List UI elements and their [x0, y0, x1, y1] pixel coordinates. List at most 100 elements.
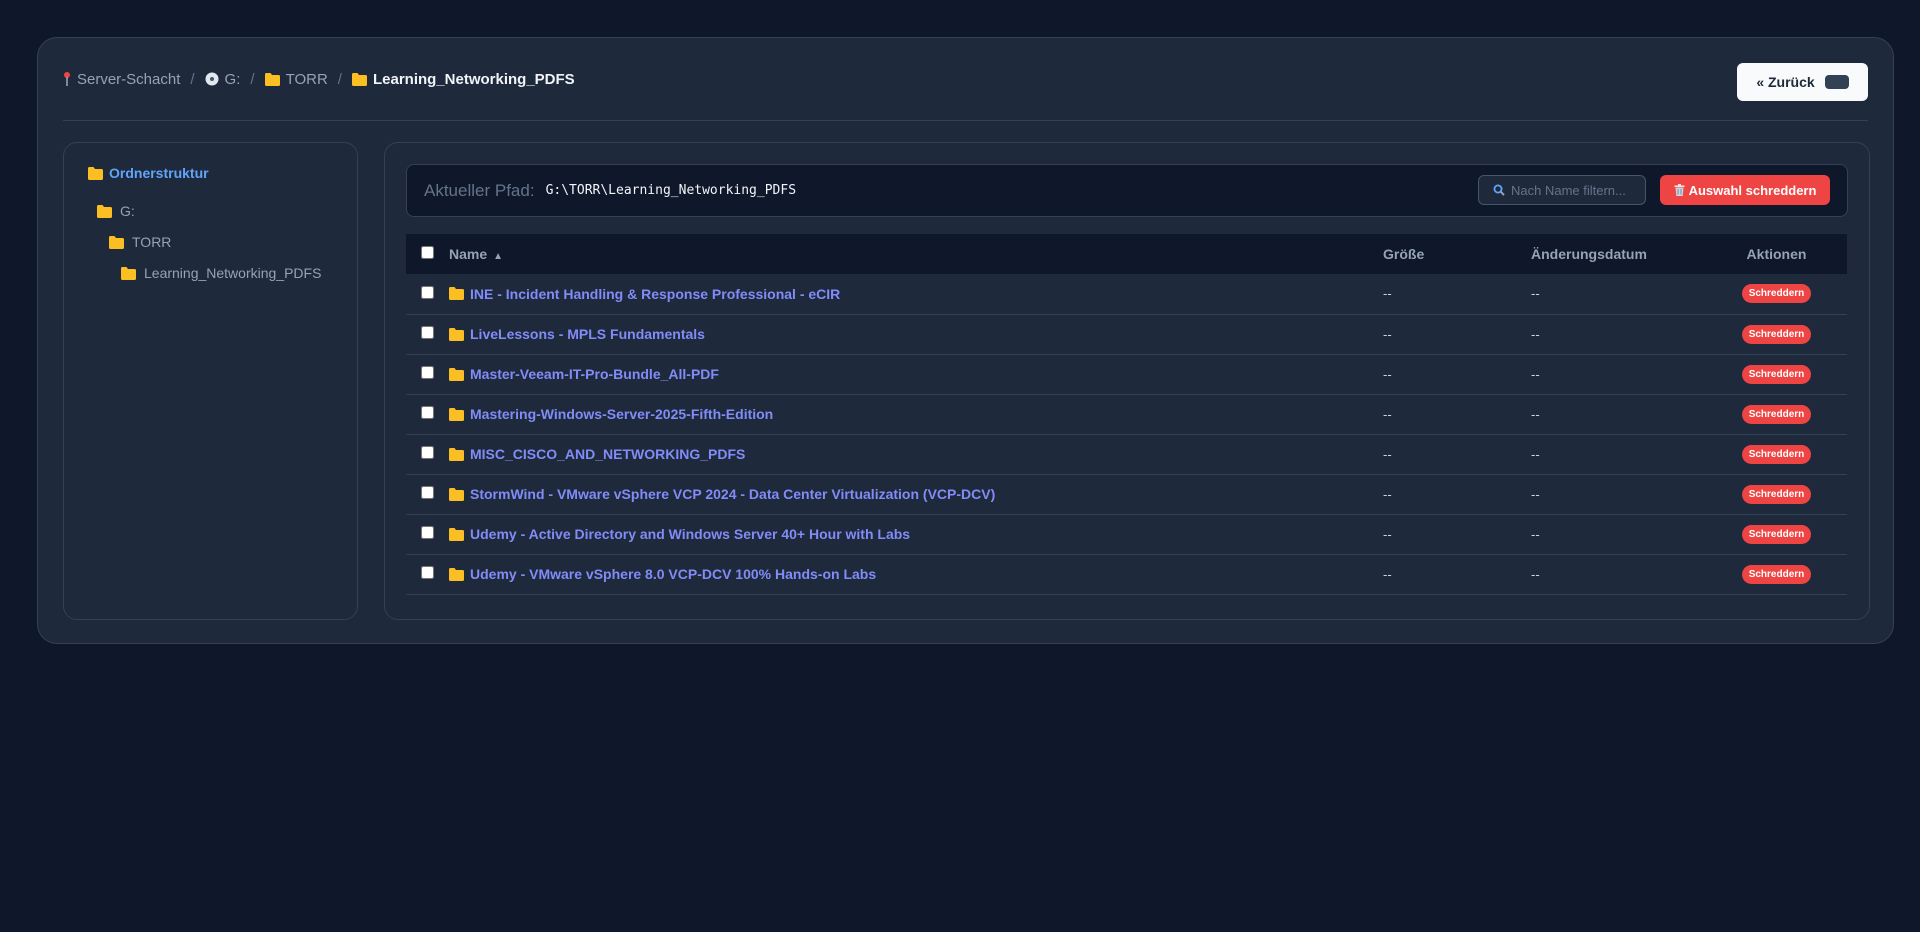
row-name-cell[interactable]: Udemy - Active Directory and Windows Ser… — [449, 514, 1383, 554]
tree-item-learning-networking[interactable]: Learning_Networking_PDFS — [121, 265, 321, 281]
shred-button[interactable]: Schreddern — [1741, 324, 1812, 344]
shred-selection-button[interactable]: Auswahl schreddern — [1660, 175, 1830, 205]
row-actions-cell: Schreddern — [1706, 274, 1847, 314]
row-name-link[interactable]: MISC_CISCO_AND_NETWORKING_PDFS — [470, 446, 745, 462]
breadcrumb-item-torr[interactable]: TORR — [264, 70, 328, 88]
row-name-cell[interactable]: Mastering-Windows-Server-2025-Fifth-Edit… — [449, 394, 1383, 434]
breadcrumb-separator: / — [190, 70, 195, 88]
row-name-cell[interactable]: Master-Veeam-IT-Pro-Bundle_All-PDF — [449, 354, 1383, 394]
shred-button[interactable]: Schreddern — [1741, 524, 1812, 544]
breadcrumb-item-server[interactable]: Server-Schacht — [63, 71, 180, 88]
row-name-cell[interactable]: LiveLessons - MPLS Fundamentals — [449, 314, 1383, 354]
sort-asc-icon: ▲ — [493, 251, 504, 262]
select-all-cell — [406, 234, 449, 274]
row-name-link[interactable]: LiveLessons - MPLS Fundamentals — [470, 326, 705, 342]
row-size: -- — [1383, 366, 1392, 382]
row-name-cell[interactable]: Udemy - VMware vSphere 8.0 VCP-DCV 100% … — [449, 554, 1383, 594]
row-actions-cell: Schreddern — [1706, 554, 1847, 594]
main-panel: Server-Schacht / G: / TORR / Learning_Ne… — [37, 37, 1894, 644]
row-checkbox[interactable] — [421, 446, 434, 459]
row-size: -- — [1383, 566, 1392, 582]
breadcrumb-item-current: Learning_Networking_PDFS — [351, 70, 575, 88]
breadcrumb-separator: / — [250, 70, 255, 88]
path-label: Aktueller Pfad: — [424, 180, 535, 200]
search-icon — [1493, 184, 1505, 196]
row-checkbox[interactable] — [421, 366, 434, 379]
table-row: Udemy - VMware vSphere 8.0 VCP-DCV 100% … — [406, 554, 1847, 594]
table-row: Udemy - Active Directory and Windows Ser… — [406, 514, 1847, 554]
row-name-link[interactable]: StormWind - VMware vSphere VCP 2024 - Da… — [470, 486, 995, 502]
shred-button[interactable]: Schreddern — [1741, 484, 1812, 504]
breadcrumb-label: G: — [224, 70, 241, 88]
breadcrumb-label: TORR — [285, 70, 328, 88]
tree-item-torr[interactable]: TORR — [109, 234, 171, 250]
row-name-cell[interactable]: MISC_CISCO_AND_NETWORKING_PDFS — [449, 434, 1383, 474]
back-button-label: « Zurück — [1756, 74, 1815, 90]
table-row: INE - Incident Handling & Response Profe… — [406, 274, 1847, 314]
shred-button[interactable]: Schreddern — [1741, 284, 1812, 304]
row-actions-cell: Schreddern — [1706, 474, 1847, 514]
row-size: -- — [1383, 286, 1392, 302]
row-checkbox-cell — [406, 274, 449, 314]
filter-input[interactable] — [1509, 181, 1643, 199]
row-checkbox[interactable] — [421, 326, 434, 339]
path-bar: Aktueller Pfad: G:\TORR\Learning_Network… — [406, 164, 1848, 217]
column-header-size[interactable]: Größe — [1383, 234, 1531, 274]
breadcrumb-separator: / — [337, 70, 342, 88]
folder-icon — [449, 447, 464, 461]
back-button[interactable]: « Zurück — [1737, 63, 1868, 101]
tree-item-label: TORR — [132, 234, 172, 250]
folder-icon — [449, 487, 464, 501]
breadcrumb-label: Learning_Networking_PDFS — [372, 70, 575, 88]
folder-icon — [449, 567, 464, 581]
keyboard-shortcut-icon — [1824, 75, 1849, 89]
shred-button[interactable]: Schreddern — [1741, 404, 1812, 424]
row-name-link[interactable]: Udemy - VMware vSphere 8.0 VCP-DCV 100% … — [470, 566, 876, 582]
row-name-link[interactable]: Mastering-Windows-Server-2025-Fifth-Edit… — [470, 406, 773, 422]
row-checkbox[interactable] — [421, 406, 434, 419]
row-name-cell[interactable]: StormWind - VMware vSphere VCP 2024 - Da… — [449, 474, 1383, 514]
column-header-date[interactable]: Änderungsdatum — [1531, 234, 1706, 274]
row-size: -- — [1383, 326, 1392, 342]
shred-button[interactable]: Schreddern — [1741, 444, 1812, 464]
row-date: -- — [1531, 366, 1540, 382]
row-checkbox[interactable] — [421, 566, 434, 579]
folder-icon — [449, 527, 464, 541]
column-header-actions: Aktionen — [1746, 246, 1807, 262]
row-checkbox[interactable] — [421, 285, 434, 299]
row-actions-cell: Schreddern — [1706, 354, 1847, 394]
row-checkbox[interactable] — [421, 526, 434, 539]
row-actions-cell: Schreddern — [1706, 434, 1847, 474]
tree-item-drive[interactable]: G: — [97, 203, 135, 219]
tree-item-label: G: — [120, 203, 135, 219]
folder-icon — [449, 327, 464, 341]
row-checkbox-cell — [406, 314, 449, 354]
path-value: G:\TORR\Learning_Networking_PDFS — [545, 183, 797, 198]
select-all-checkbox[interactable] — [421, 246, 434, 259]
breadcrumb: Server-Schacht / G: / TORR / Learning_Ne… — [63, 71, 575, 88]
column-header-name[interactable]: Name ▲ — [449, 234, 1383, 274]
shred-button[interactable]: Schreddern — [1741, 564, 1812, 584]
trash-icon — [1674, 184, 1685, 196]
row-size: -- — [1383, 406, 1392, 422]
row-name-link[interactable]: INE - Incident Handling & Response Profe… — [470, 286, 840, 302]
row-date: -- — [1531, 566, 1540, 582]
row-date: -- — [1531, 486, 1540, 502]
table-row: MISC_CISCO_AND_NETWORKING_PDFS -- -- Sch… — [406, 434, 1847, 474]
row-size: -- — [1383, 526, 1392, 542]
folder-icon — [88, 166, 103, 180]
folder-icon — [449, 367, 464, 381]
breadcrumb-item-drive[interactable]: G: — [205, 70, 241, 88]
file-table: Name ▲ Größe Änderungsdatum Aktionen INE … — [406, 234, 1847, 595]
row-name-cell[interactable]: INE - Incident Handling & Response Profe… — [449, 274, 1383, 314]
row-checkbox[interactable] — [421, 486, 434, 499]
row-name-link[interactable]: Udemy - Active Directory and Windows Ser… — [470, 526, 910, 542]
filter-box[interactable] — [1478, 175, 1646, 205]
row-name-link[interactable]: Master-Veeam-IT-Pro-Bundle_All-PDF — [470, 366, 719, 382]
row-checkbox-cell — [406, 394, 449, 434]
breadcrumb-label: Server-Schacht — [77, 70, 181, 88]
shred-button[interactable]: Schreddern — [1741, 364, 1812, 384]
pin-icon — [64, 72, 70, 86]
table-row: Master-Veeam-IT-Pro-Bundle_All-PDF -- --… — [406, 354, 1847, 394]
folder-icon — [264, 72, 280, 86]
